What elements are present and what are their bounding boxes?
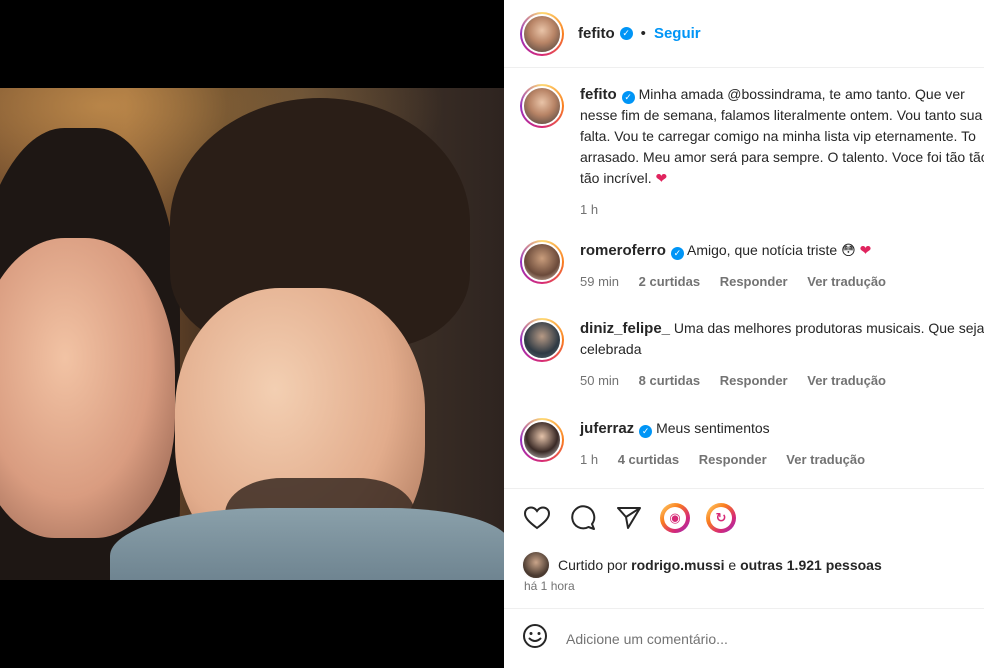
photo-person-left-face [0, 238, 175, 538]
flushed-emoji-icon: 😳 [841, 242, 856, 258]
comment-meta: 59 min 2 curtidas Responder Ver tradução [580, 271, 984, 292]
comment-likes[interactable]: 8 curtidas [639, 373, 700, 388]
heart-emoji-icon: ❤ [655, 170, 668, 186]
liker-username[interactable]: rodrigo.mussi [631, 557, 724, 573]
share-icon[interactable] [614, 503, 644, 533]
author-username[interactable]: fefito [578, 25, 615, 42]
comment-item: juferraz ✓ Meus sentimentos 1 h 4 curtida… [520, 418, 984, 470]
comment-time: 50 min [580, 373, 620, 388]
reply-button[interactable]: Responder [720, 373, 788, 388]
reel-badge-icon[interactable]: ◉ [660, 503, 690, 533]
comment-likes[interactable]: 4 curtidas [618, 452, 679, 467]
post-timestamp: há 1 hora [524, 579, 575, 593]
comment-meta: 50 min 8 curtidas Responder Ver tradução [580, 370, 984, 391]
comment-body: diniz_felipe_ Uma das melhores produtora… [580, 318, 984, 391]
translate-button[interactable]: Ver tradução [786, 452, 865, 467]
comment-likes[interactable]: 2 curtidas [639, 274, 700, 289]
comment-username[interactable]: romeroferro [580, 242, 666, 259]
comment-item: romeroferro ✓ Amigo, que notícia triste 😳… [520, 240, 984, 292]
verified-badge-icon: ✓ [639, 425, 653, 438]
comment-body: juferraz ✓ Meus sentimentos 1 h 4 curtida… [580, 418, 984, 470]
post-actions: ◉ ↻ Curtido por rodrigo.mussi e outras 1… [504, 488, 984, 608]
verified-badge-icon: ✓ [619, 27, 633, 40]
translate-button[interactable]: Ver tradução [807, 274, 886, 289]
translate-button[interactable]: Ver tradução [807, 373, 886, 388]
comment-text: Amigo, que notícia triste [686, 242, 838, 258]
comment-time: 1 h [580, 452, 599, 467]
likes-text: Curtido por rodrigo.mussi e outras 1.921… [558, 557, 882, 573]
add-comment-bar: Adicione um comentário... [504, 608, 984, 668]
comment-icon[interactable] [568, 503, 598, 533]
repost-badge-icon[interactable]: ↻ [706, 503, 736, 533]
comment-username[interactable]: diniz_felipe_ [580, 320, 670, 337]
liker-avatar[interactable] [522, 551, 550, 579]
likes-summary: Curtido por rodrigo.mussi e outras 1.921… [522, 551, 882, 579]
instagram-post-view: fefito ✓ • Seguir fefito ✓ Minha amada @b… [0, 0, 984, 668]
comment-body: romeroferro ✓ Amigo, que notícia triste 😳… [580, 240, 984, 292]
add-comment-input[interactable]: Adicione um comentário... [566, 631, 728, 647]
likes-prefix: Curtido por [558, 557, 628, 573]
comment-username[interactable]: juferraz [580, 420, 634, 437]
caption: fefito ✓ Minha amada @bossindrama, te amo… [520, 84, 984, 220]
comment-avatar[interactable] [520, 240, 564, 284]
separator-dot: • [640, 25, 646, 42]
comment-text: Meus sentimentos [656, 420, 770, 436]
caption-body: fefito ✓ Minha amada @bossindrama, te amo… [580, 84, 984, 220]
photo-jacket [110, 508, 504, 580]
follow-button[interactable]: Seguir [654, 25, 701, 42]
verified-badge-icon: ✓ [670, 247, 684, 260]
comment-meta: 1 h 4 curtidas Responder Ver tradução [580, 449, 984, 470]
post-header: fefito ✓ • Seguir [504, 0, 984, 68]
caption-meta: 1 h [580, 199, 984, 220]
heart-icon[interactable] [522, 503, 552, 533]
action-icons: ◉ ↻ [522, 503, 752, 533]
caption-text: Minha amada @bossindrama, te amo tanto. … [580, 86, 984, 186]
comment-avatar[interactable] [520, 418, 564, 462]
author-avatar[interactable] [520, 11, 564, 56]
heart-emoji-icon: ❤ [859, 242, 872, 258]
reply-button[interactable]: Responder [699, 452, 767, 467]
comments-section: fefito ✓ Minha amada @bossindrama, te amo… [504, 68, 984, 488]
post-media [0, 0, 504, 668]
caption-author-avatar[interactable] [520, 84, 564, 128]
comment-time: 59 min [580, 274, 620, 289]
post-side-panel: fefito ✓ • Seguir fefito ✓ Minha amada @b… [504, 0, 984, 668]
likes-others[interactable]: outras 1.921 pessoas [740, 557, 882, 573]
comment-avatar[interactable] [520, 318, 564, 362]
caption-time: 1 h [580, 202, 599, 217]
comment-item: diniz_felipe_ Uma das melhores produtora… [520, 318, 984, 391]
reply-button[interactable]: Responder [720, 274, 788, 289]
likes-conj: e [728, 557, 737, 573]
emoji-icon[interactable] [522, 623, 548, 654]
post-photo[interactable] [0, 88, 504, 580]
verified-badge-icon: ✓ [621, 91, 635, 104]
caption-author[interactable]: fefito [580, 86, 617, 103]
